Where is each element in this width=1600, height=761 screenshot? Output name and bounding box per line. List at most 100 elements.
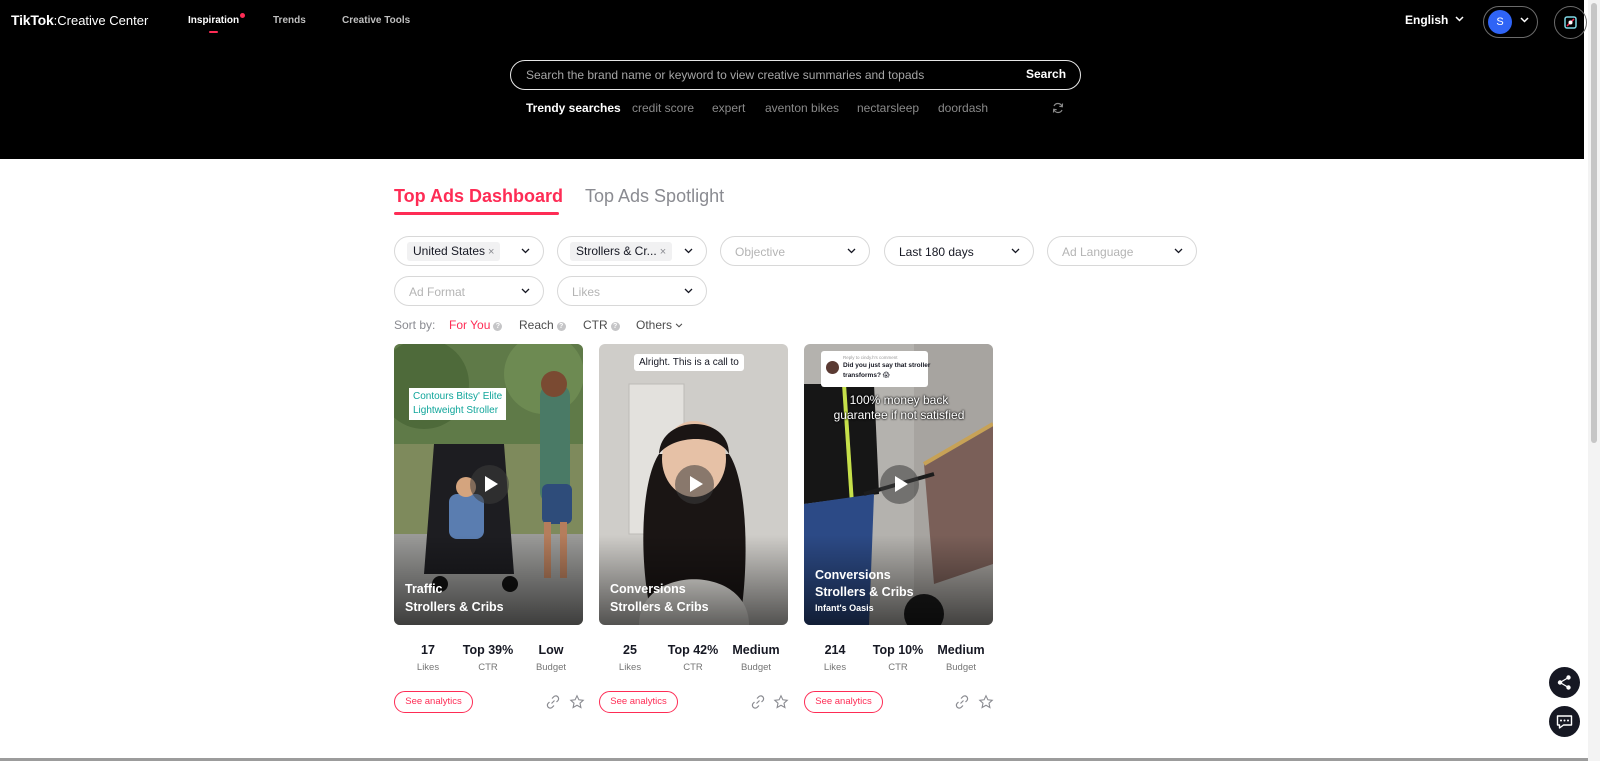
ad-language-filter[interactable]: Ad Language [1047,236,1197,266]
sort-by-label: Sort by: [394,318,436,332]
trendy-search-item[interactable]: nectarsleep [857,101,919,115]
nav-active-indicator [209,31,218,33]
star-icon[interactable] [773,694,789,710]
chevron-down-icon [847,248,856,254]
tiktok-creative-center-logo[interactable]: TikTok:Creative Center [11,12,148,28]
region-chip-label: United States [413,244,486,258]
chevron-down-icon [1174,248,1183,254]
nav-trends[interactable]: Trends [273,15,306,26]
ctr-value: Top 39% [462,643,514,657]
sort-for-you[interactable]: For You? [449,318,503,332]
likes-filter[interactable]: Likes [557,276,707,306]
industry-filter[interactable]: Strollers & Cr... × [557,236,707,266]
tab-top-ads-spotlight[interactable]: Top Ads Spotlight [585,186,724,207]
ad-objective: Conversions [815,568,891,582]
chat-icon [1556,715,1573,729]
region-chip: United States × [407,242,501,261]
sort-others[interactable]: Others [636,318,683,332]
remove-chip-icon[interactable]: × [660,246,666,258]
chevron-down-icon [684,288,693,294]
period-value: Last 180 days [899,245,974,259]
see-analytics-button[interactable]: See analytics [394,691,473,713]
share-icon [1557,675,1571,690]
region-filter[interactable]: United States × [394,236,544,266]
ad-card[interactable]: Contours Bitsy' Elite Lightweight Stroll… [394,344,583,625]
play-icon[interactable] [880,465,919,504]
likes-value: 25 [623,643,637,657]
ad-industry: Strollers & Cribs [405,600,504,614]
star-icon[interactable] [569,694,585,710]
chevron-down-icon [684,248,693,254]
play-icon[interactable] [675,465,714,504]
ad-overlay-caption: Alright. This is a call to [634,354,744,371]
see-analytics-button[interactable]: See analytics [804,691,883,713]
top-header: TikTok:Creative Center Inspiration Trend… [0,0,1587,159]
nav-creative-tools[interactable]: Creative Tools [342,15,410,26]
budget-value: Low [538,643,564,657]
creative-center-icon[interactable] [1554,6,1587,39]
comment-line: Did you just say that stroller [843,362,931,369]
trendy-search-item[interactable]: doordash [938,101,988,115]
trendy-search-item[interactable]: credit score [632,101,694,115]
account-menu[interactable]: S [1483,6,1538,38]
remove-chip-icon[interactable]: × [488,246,494,258]
ad-card[interactable]: Reply to cindy.h's comment Did you just … [804,344,993,625]
share-button[interactable] [1549,667,1580,698]
play-icon[interactable] [470,465,509,504]
ctr-label: CTR [888,662,908,673]
link-icon[interactable] [954,694,970,710]
ctr-value: Top 42% [667,643,719,657]
search-button[interactable]: Search [1026,67,1066,81]
likes-label: Likes [618,662,642,673]
chat-button[interactable] [1549,706,1580,737]
ad-brand: Infant's Oasis [815,603,874,613]
objective-placeholder: Objective [735,245,786,259]
refresh-icon[interactable] [1052,102,1064,114]
chevron-down-icon [1455,16,1464,22]
chevron-down-icon [676,323,683,328]
objective-filter[interactable]: Objective [720,236,870,266]
likes-label: Likes [823,662,847,673]
chevron-down-icon [521,288,530,294]
ad-format-filter[interactable]: Ad Format [394,276,544,306]
likes-placeholder: Likes [572,285,601,299]
ctr-label: CTR [478,662,498,673]
link-icon[interactable] [750,694,766,710]
help-icon[interactable]: ? [610,322,620,331]
brand-main: TikTok [11,12,54,28]
budget-label: Budget [535,662,567,673]
language-selector[interactable]: English [1405,13,1464,27]
trendy-search-item[interactable]: aventon bikes [765,101,839,115]
sort-ctr[interactable]: CTR? [583,318,620,332]
nav-inspiration-label: Inspiration [188,15,240,26]
help-icon[interactable]: ? [493,322,503,331]
ad-industry: Strollers & Cribs [815,585,914,599]
ctr-value: Top 10% [872,643,924,657]
help-icon[interactable]: ? [556,322,566,331]
sort-others-label: Others [636,318,673,332]
ad-card[interactable]: Alright. This is a call to Conversions S… [599,344,788,625]
trendy-search-item[interactable]: expert [712,101,745,115]
period-filter[interactable]: Last 180 days [884,236,1034,266]
overlay-line: Contours Bitsy' Elite [413,391,503,402]
nav-inspiration[interactable]: Inspiration [188,13,246,33]
ad-industry: Strollers & Cribs [610,600,709,614]
see-analytics-button[interactable]: See analytics [599,691,678,713]
comment-line: transforms? 😱 [843,372,890,379]
star-icon[interactable] [978,694,994,710]
overlay-line: Lightweight Stroller [413,405,499,416]
budget-label: Budget [945,662,977,673]
likes-label: Likes [416,662,440,673]
tab-top-ads-dashboard[interactable]: Top Ads Dashboard [394,186,563,207]
sort-reach[interactable]: Reach? [519,318,566,332]
page-scrollbar[interactable] [1588,0,1600,761]
tab-active-indicator [394,212,559,215]
scroll-thumb[interactable] [1591,3,1597,443]
search-input[interactable] [526,61,1006,89]
comment-reply-to: Reply to cindy.h's comment [843,355,898,360]
budget-label: Budget [740,662,772,673]
budget-value: Medium [732,643,780,657]
link-icon[interactable] [545,694,561,710]
sort-reach-label: Reach [519,318,554,332]
ad-overlay-caption: 100% money back guarantee if not satisfi… [824,393,974,423]
